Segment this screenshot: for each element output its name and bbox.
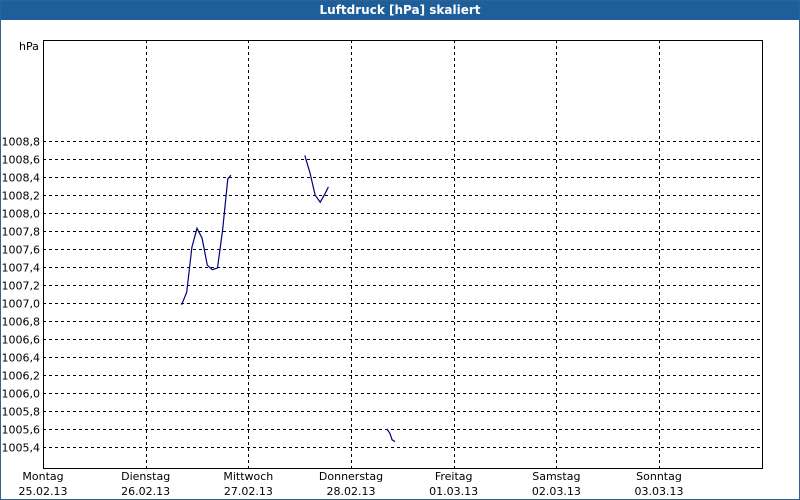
- x-tick-date: 02.03.13: [532, 485, 581, 498]
- y-tick-label: 1006,8: [2, 316, 41, 329]
- window-title: Luftdruck [hPa] skaliert: [1, 1, 799, 20]
- x-tick-date: 27.02.13: [224, 485, 273, 498]
- x-tick-day: Dienstag: [121, 470, 170, 483]
- y-tick-label: 1006,4: [2, 352, 41, 365]
- x-tick-date: 01.03.13: [429, 485, 478, 498]
- y-tick-label: 1006,6: [2, 334, 41, 347]
- x-tick-day: Sonntag: [636, 470, 682, 483]
- x-tick-date: 25.02.13: [19, 485, 68, 498]
- x-tick-day: Mittwoch: [223, 470, 273, 483]
- x-tick-day: Montag: [22, 470, 63, 483]
- x-tick-date: 03.03.13: [635, 485, 684, 498]
- x-tick-date: 26.02.13: [121, 485, 170, 498]
- y-tick-label: 1008,4: [2, 172, 41, 185]
- y-tick-label: 1007,8: [2, 226, 41, 239]
- x-axis: Montag 25.02.13 Dienstag 26.02.13 Mittwoch 27…: [19, 470, 684, 498]
- grid: [43, 40, 763, 468]
- y-tick-label: 1007,0: [2, 298, 41, 311]
- y-tick-label: 1005,6: [2, 424, 41, 437]
- x-tick-day: Freitag: [435, 470, 473, 483]
- pressure-chart: 1005,4 1005,6 1005,8 1006,0 1006,2 1006,4 1006…: [2, 40, 763, 498]
- series: [181, 155, 396, 443]
- y-tick-label: 1008,6: [2, 154, 41, 167]
- chart-window: Luftdruck [hPa] skaliert 1005,4 1005,6 100…: [0, 0, 800, 500]
- y-tick-label: 1006,0: [2, 388, 41, 401]
- plot-frame: [43, 40, 763, 469]
- y-tick-label: 1008,2: [2, 190, 41, 203]
- y-tick-label: 1005,8: [2, 406, 41, 419]
- y-axis: 1005,4 1005,6 1005,8 1006,0 1006,2 1006,4 1006…: [2, 136, 41, 455]
- y-tick-label: 1008,8: [2, 136, 41, 149]
- x-tick-date: 28.02.13: [327, 485, 376, 498]
- y-axis-label: hPa: [19, 40, 39, 53]
- y-tick-label: 1007,2: [2, 280, 41, 293]
- series-line-segment: [386, 428, 396, 443]
- y-tick-label: 1005,4: [2, 442, 41, 455]
- y-tick-label: 1008,0: [2, 208, 41, 221]
- y-tick-label: 1007,6: [2, 244, 41, 257]
- x-tick-day: Donnerstag: [319, 470, 383, 483]
- x-tick-day: Samstag: [532, 470, 580, 483]
- y-tick-label: 1006,2: [2, 370, 41, 383]
- y-tick-label: 1007,4: [2, 262, 41, 275]
